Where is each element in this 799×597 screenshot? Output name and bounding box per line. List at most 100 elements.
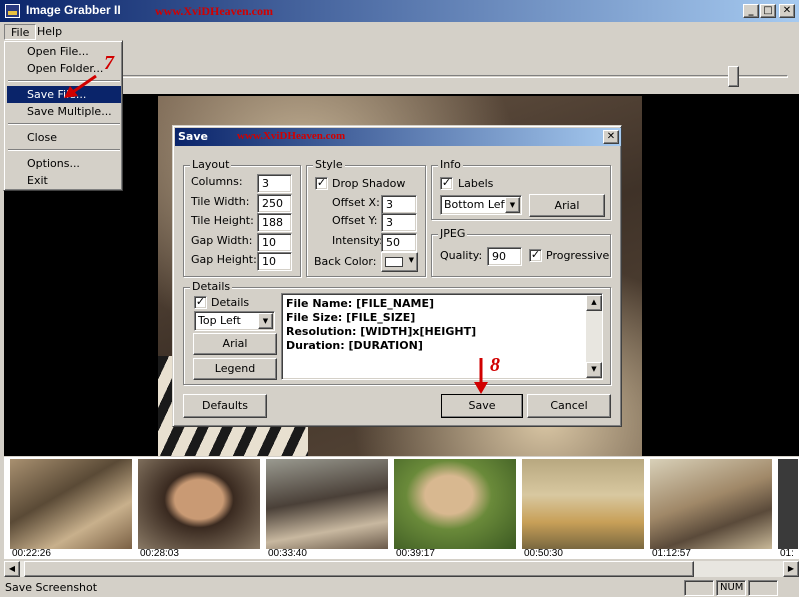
drop-shadow-label: Drop Shadow — [332, 177, 406, 190]
chevron-down-icon[interactable]: ▼ — [505, 197, 520, 213]
intensity-input[interactable]: 50 — [381, 233, 417, 252]
details-position-select[interactable]: Top Left ▼ — [194, 311, 275, 331]
menu-bar: File Help — [0, 22, 799, 41]
thumbnail-time: 00:22:26 — [12, 548, 51, 559]
thumbnail-6[interactable] — [650, 459, 772, 549]
chevron-down-icon[interactable]: ▼ — [258, 313, 273, 329]
style-group-label: Style — [313, 158, 345, 171]
scroll-up-icon[interactable]: ▲ — [586, 295, 602, 311]
dialog-title: Save — [178, 130, 208, 143]
menu-separator — [8, 149, 120, 151]
progressive-label: Progressive — [546, 249, 610, 262]
details-line: Duration: [DURATION] — [286, 339, 423, 352]
details-group: Details ✓ Details Top Left ▼ Arial Legen… — [183, 280, 611, 385]
dialog-watermark: www.XviDHeaven.com — [237, 130, 346, 142]
back-color-button[interactable]: ▼ — [381, 252, 418, 272]
thumbnail-time: 00:33:40 — [268, 548, 307, 559]
gap-width-input[interactable]: 10 — [257, 233, 292, 252]
thumbnail-time: 01:12:57 — [652, 548, 691, 559]
labels-label: Labels — [458, 177, 494, 190]
info-group: Info ✓ Labels Bottom Left ▼ Arial — [431, 158, 611, 220]
tile-width-label: Tile Width: — [191, 195, 250, 208]
offset-x-label: Offset X: — [332, 196, 380, 209]
save-button[interactable]: Save — [441, 394, 523, 418]
info-font-button[interactable]: Arial — [529, 194, 605, 217]
dialog-close-button[interactable]: ✕ — [603, 130, 619, 144]
layout-group-label: Layout — [190, 158, 232, 171]
thumbnail-scrollbar[interactable]: ◀ ▶ — [4, 561, 799, 577]
jpeg-group: JPEG Quality: 90 ✓ Progressive — [431, 227, 611, 277]
details-checkbox[interactable]: ✓ — [194, 296, 207, 309]
tile-height-label: Tile Height: — [191, 214, 254, 227]
progressive-checkbox[interactable]: ✓ — [529, 249, 542, 262]
maximize-button[interactable]: □ — [760, 4, 776, 18]
scroll-right-icon[interactable]: ▶ — [783, 561, 799, 577]
details-position-value: Top Left — [198, 314, 241, 327]
info-position-value: Bottom Left — [444, 198, 509, 211]
intensity-label: Intensity: — [332, 234, 383, 247]
tile-height-input[interactable]: 188 — [257, 213, 292, 232]
menu-item-exit[interactable]: Exit — [7, 172, 121, 189]
thumbnail-strip: 00:22:26 00:28:03 00:33:40 00:39:17 00:5… — [4, 457, 799, 559]
info-position-select[interactable]: Bottom Left ▼ — [440, 195, 522, 215]
details-line: File Size: [FILE_SIZE] — [286, 311, 416, 324]
offset-x-input[interactable]: 3 — [381, 195, 417, 214]
quality-label: Quality: — [440, 249, 483, 262]
app-icon[interactable] — [5, 4, 20, 18]
thumbnail-3[interactable] — [266, 459, 388, 549]
offset-y-input[interactable]: 3 — [381, 213, 417, 232]
minimize-button[interactable]: _ — [743, 4, 759, 18]
status-bar: Save Screenshot NUM — [0, 579, 799, 597]
status-panel-empty — [748, 580, 778, 596]
layout-group: Layout Columns: 3 Tile Width: 250 Tile H… — [183, 158, 301, 277]
menu-item-close[interactable]: Close — [7, 129, 121, 146]
position-slider-thumb[interactable] — [728, 66, 739, 87]
dialog-title-bar[interactable]: Save www.XviDHeaven.com ✕ — [175, 128, 621, 146]
step-8-arrow-icon — [474, 358, 488, 394]
cancel-button[interactable]: Cancel — [527, 394, 611, 418]
menu-item-save-multiple[interactable]: Save Multiple... — [7, 103, 121, 120]
step-7-label: 7 — [104, 52, 114, 74]
thumbnail-5[interactable] — [522, 459, 644, 549]
style-group: Style ✓ Drop Shadow Offset X: 3 Offset Y… — [306, 158, 426, 277]
scrollbar-thumb[interactable] — [24, 561, 694, 577]
position-slider-track[interactable] — [120, 75, 788, 78]
details-template-memo[interactable]: File Name: [FILE_NAME] File Size: [FILE_… — [281, 293, 603, 380]
close-window-button[interactable]: ✕ — [779, 4, 795, 18]
defaults-button[interactable]: Defaults — [183, 394, 267, 418]
thumbnail-2[interactable] — [138, 459, 260, 549]
columns-input[interactable]: 3 — [257, 174, 292, 193]
tile-width-input[interactable]: 250 — [257, 194, 292, 213]
details-line: Resolution: [WIDTH]x[HEIGHT] — [286, 325, 477, 338]
thumbnail-time: 00:50:30 — [524, 548, 563, 559]
window-title: Image Grabber II — [26, 3, 121, 17]
details-font-button[interactable]: Arial — [193, 333, 277, 355]
thumbnail-1[interactable] — [10, 459, 132, 549]
gap-height-input[interactable]: 10 — [257, 252, 292, 271]
color-swatch — [385, 257, 403, 267]
thumbnail-7[interactable] — [778, 459, 798, 549]
thumbnail-4[interactable] — [394, 459, 516, 549]
back-color-label: Back Color: — [314, 255, 377, 268]
menu-item-options[interactable]: Options... — [7, 155, 121, 172]
jpeg-group-label: JPEG — [438, 227, 468, 240]
status-text: Save Screenshot — [5, 581, 98, 594]
step-8-label: 8 — [490, 354, 500, 376]
menu-separator — [8, 123, 120, 125]
details-scrollbar[interactable]: ▲ ▼ — [586, 295, 602, 378]
scroll-left-icon[interactable]: ◀ — [4, 561, 20, 577]
quality-input[interactable]: 90 — [487, 247, 522, 266]
labels-checkbox[interactable]: ✓ — [440, 177, 453, 190]
details-check-label: Details — [211, 296, 250, 309]
chevron-down-icon: ▼ — [408, 256, 414, 264]
details-line: File Name: [FILE_NAME] — [286, 297, 434, 310]
gap-width-label: Gap Width: — [191, 234, 253, 247]
title-bar[interactable]: Image Grabber II www.XviDHeaven.com _ □ … — [0, 0, 799, 22]
scroll-down-icon[interactable]: ▼ — [586, 362, 602, 378]
title-watermark: www.XviDHeaven.com — [155, 4, 273, 18]
menu-help[interactable]: Help — [31, 24, 68, 40]
legend-button[interactable]: Legend — [193, 358, 277, 380]
thumbnail-time: 00:28:03 — [140, 548, 179, 559]
step-7-arrow-icon — [64, 74, 97, 98]
drop-shadow-checkbox[interactable]: ✓ — [315, 177, 328, 190]
